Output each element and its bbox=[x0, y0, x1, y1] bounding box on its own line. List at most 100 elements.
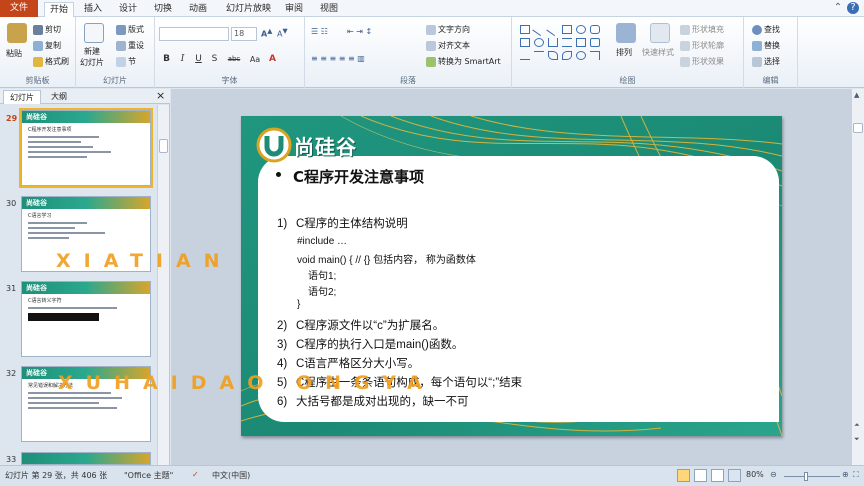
quick-styles-button[interactable]: 快速样式 bbox=[642, 47, 674, 58]
tab-design[interactable]: 设计 bbox=[114, 2, 142, 17]
new-slide-label-2[interactable]: 幻灯片 bbox=[80, 57, 104, 68]
zoom-in-icon[interactable]: ⊕ bbox=[842, 470, 849, 479]
shape-fill-button[interactable]: 形状填充 bbox=[680, 24, 724, 35]
next-slide-icon[interactable]: ⏷ bbox=[854, 435, 860, 444]
smartart-button[interactable]: 转换为 SmartArt bbox=[426, 56, 501, 67]
font-name-field[interactable] bbox=[159, 27, 229, 41]
replace-label: 替换 bbox=[764, 41, 780, 50]
reading-view-button[interactable] bbox=[711, 469, 724, 482]
tab-slides-panel[interactable]: 幻灯片 bbox=[3, 90, 41, 104]
scroll-up-icon[interactable]: ▲ bbox=[854, 91, 859, 99]
language-indicator[interactable]: 中文(中国) bbox=[212, 470, 250, 481]
text-direction-label: 文字方向 bbox=[438, 25, 470, 34]
align-icons[interactable]: ≡ ≡ ≡ ≡ ≡ ▥ bbox=[311, 54, 365, 63]
code-line: } bbox=[297, 299, 301, 310]
new-slide-icon bbox=[84, 23, 104, 43]
code-line: #include … bbox=[297, 236, 348, 247]
shape-curve-icon[interactable] bbox=[520, 51, 530, 60]
shadow-button[interactable]: S bbox=[209, 54, 220, 65]
spellcheck-icon[interactable]: ✓ bbox=[192, 470, 199, 479]
arrange-button[interactable]: 排列 bbox=[616, 47, 632, 58]
cut-button[interactable]: 剪切 bbox=[33, 24, 61, 35]
find-button[interactable]: 查找 bbox=[752, 24, 780, 35]
shape-outline-button[interactable]: 形状轮廓 bbox=[680, 40, 724, 51]
slide-thumbnail-33[interactable] bbox=[21, 452, 151, 465]
slide-thumbnail-29[interactable]: 尚硅谷 C程序开发注意事项 bbox=[19, 108, 153, 188]
layout-button[interactable]: 版式 bbox=[116, 24, 144, 35]
section-button[interactable]: 节 bbox=[116, 56, 136, 67]
shape-oval-icon[interactable] bbox=[576, 25, 586, 34]
shape-rounded-icon[interactable] bbox=[590, 25, 600, 34]
bold-button[interactable]: B bbox=[161, 54, 172, 65]
editor-vertical-scrollbar[interactable]: ▲ ⏶ ⏷ bbox=[851, 89, 864, 465]
italic-button[interactable]: I bbox=[177, 54, 188, 65]
close-panel-icon[interactable]: × bbox=[150, 90, 171, 104]
replace-button[interactable]: 替换 bbox=[752, 40, 780, 51]
normal-view-button[interactable] bbox=[677, 469, 690, 482]
format-painter-button[interactable]: 格式刷 bbox=[33, 56, 69, 67]
paste-button[interactable]: 粘贴 bbox=[6, 48, 22, 59]
shape-effects-button[interactable]: 形状效果 bbox=[680, 56, 724, 67]
tab-insert[interactable]: 插入 bbox=[79, 2, 107, 17]
shape-arrow-right-icon[interactable] bbox=[576, 38, 586, 47]
slide-thumbnail-31[interactable]: 尚硅谷 C语言转义字符 bbox=[21, 281, 151, 357]
vertical-scroll-thumb[interactable] bbox=[853, 123, 863, 133]
group-label-font: 字体 bbox=[221, 76, 238, 85]
grow-font-icon[interactable]: A▲ bbox=[261, 27, 272, 39]
zoom-out-icon[interactable]: ⊖ bbox=[770, 470, 777, 479]
tab-outline-panel[interactable]: 大纲 bbox=[45, 90, 73, 104]
shape-connector-icon[interactable] bbox=[562, 38, 572, 47]
shape-arrow-icon[interactable] bbox=[546, 22, 560, 37]
bullets-icon[interactable]: ☰ ☷ bbox=[311, 27, 328, 36]
shape-line-icon[interactable] bbox=[532, 22, 546, 37]
zoom-slider-thumb[interactable] bbox=[803, 472, 808, 481]
copy-button[interactable]: 复制 bbox=[33, 40, 61, 51]
shape-rect-icon[interactable] bbox=[520, 25, 530, 34]
shape-arrow-down-icon[interactable] bbox=[590, 38, 600, 47]
tab-home[interactable]: 开始 bbox=[44, 2, 75, 17]
group-clipboard: 粘贴 剪切 复制 格式刷 剪贴板 bbox=[0, 17, 76, 88]
shape-wave-icon[interactable] bbox=[548, 51, 558, 60]
text-direction-button[interactable]: 文字方向 bbox=[426, 24, 470, 35]
shape-freeform-icon[interactable] bbox=[534, 51, 544, 60]
change-case-button[interactable]: Aa bbox=[247, 54, 263, 65]
shape-star-icon[interactable] bbox=[576, 51, 586, 60]
shape-circle-icon[interactable] bbox=[534, 38, 544, 47]
font-color-icon[interactable]: A bbox=[267, 54, 278, 65]
shape-rect2-icon[interactable] bbox=[520, 38, 530, 47]
shape-square-icon[interactable] bbox=[562, 25, 572, 34]
thumb-number: 30 bbox=[6, 199, 17, 208]
shape-brace-icon[interactable] bbox=[562, 51, 572, 60]
tab-review[interactable]: 审阅 bbox=[280, 2, 308, 17]
strikethrough-button[interactable]: abc bbox=[225, 54, 243, 65]
indent-icon[interactable]: ⇤ ⇥ ↕ bbox=[347, 27, 372, 36]
help-icon[interactable]: ? bbox=[847, 2, 859, 14]
thumb-logo: 尚硅谷 bbox=[26, 284, 47, 292]
panel-scroll-thumb[interactable] bbox=[159, 139, 168, 153]
align-text-button[interactable]: 对齐文本 bbox=[426, 40, 470, 51]
tab-slideshow[interactable]: 幻灯片放映 bbox=[221, 2, 276, 17]
list-item-text: C程序的主体结构说明 bbox=[296, 218, 408, 230]
tab-view[interactable]: 视图 bbox=[315, 2, 343, 17]
shape-more-icon[interactable] bbox=[590, 51, 600, 60]
panel-scrollbar[interactable] bbox=[157, 105, 169, 465]
slide-sorter-view-button[interactable] bbox=[694, 469, 707, 482]
logo-text: 尚硅谷 bbox=[294, 135, 357, 159]
zoom-level[interactable]: 80% bbox=[746, 470, 764, 479]
fit-to-window-icon[interactable]: ⛶ bbox=[853, 470, 859, 480]
font-size-field[interactable]: 18 bbox=[231, 27, 257, 41]
tab-animations[interactable]: 动画 bbox=[184, 2, 212, 17]
zoom-slider-track[interactable] bbox=[784, 476, 840, 477]
shrink-font-icon[interactable]: A▼ bbox=[277, 27, 288, 39]
minimize-ribbon-icon[interactable]: ⌃ bbox=[832, 2, 844, 14]
slide-title: C程序开发注意事项 bbox=[293, 168, 425, 186]
underline-button[interactable]: U bbox=[193, 54, 204, 65]
tab-file[interactable]: 文件 bbox=[0, 0, 38, 17]
shape-triangle-icon[interactable] bbox=[548, 38, 558, 47]
tab-transitions[interactable]: 切换 bbox=[149, 2, 177, 17]
slideshow-view-button[interactable] bbox=[728, 469, 741, 482]
reset-button[interactable]: 重设 bbox=[116, 40, 144, 51]
prev-slide-icon[interactable]: ⏶ bbox=[854, 421, 860, 430]
new-slide-label[interactable]: 新建 bbox=[84, 46, 100, 57]
select-button[interactable]: 选择 bbox=[752, 56, 780, 67]
